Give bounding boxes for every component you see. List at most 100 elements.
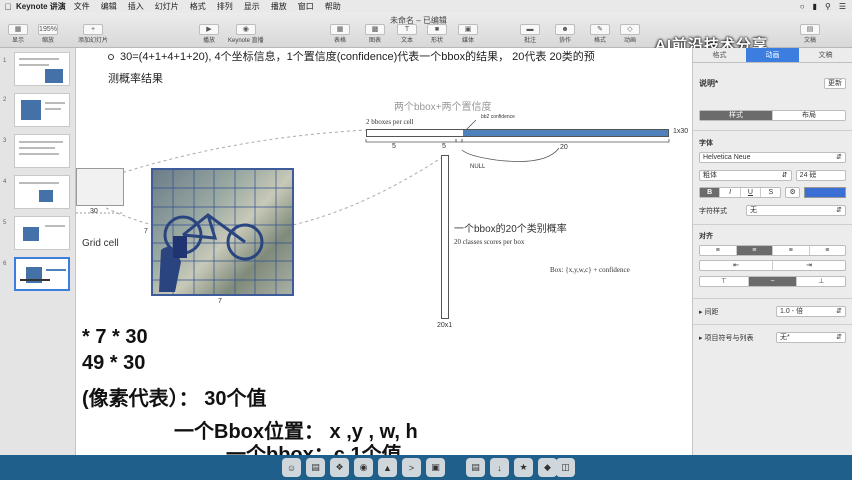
document-button[interactable]: ▤ 文稿	[800, 24, 820, 44]
slide-thumbnail-6[interactable]	[14, 257, 70, 291]
bbox-title: 两个bbox+两个置信度	[394, 102, 492, 113]
slide-canvas[interactable]: 30=(4+1+4+1+20), 4个坐标信息，1个置信度(confidence…	[76, 48, 692, 455]
view-button[interactable]: ▦ 显示	[8, 24, 28, 44]
animate-button[interactable]: ◇ 动画	[620, 24, 640, 44]
paragraph-style-select[interactable]: 说明*	[699, 78, 718, 89]
slide-thumbnail-2[interactable]	[14, 93, 70, 127]
align-top-button[interactable]: ⊤	[700, 277, 749, 286]
spacing-label[interactable]: ▸ 间距	[699, 307, 718, 317]
format-button[interactable]: ✎ 格式	[590, 24, 610, 44]
shape-button[interactable]: ■ 形状	[427, 24, 447, 44]
confidence-label: bb2 confidence	[481, 114, 515, 120]
menu-slide[interactable]: 幻灯片	[155, 1, 179, 12]
bold-button[interactable]: B	[700, 188, 721, 197]
tab-format[interactable]: 格式	[693, 48, 746, 63]
toolbar: 未命名 – 已编辑 ▦ 显示 195% 缩放 + 添加幻灯片 ▶ 播放 ◉ Keynote…	[0, 13, 852, 54]
slide-thumbnail-1[interactable]	[14, 52, 70, 86]
indent-button[interactable]: ⇥	[773, 261, 845, 270]
font-family-select[interactable]: Helvetica Neue ⇵	[699, 152, 846, 163]
bullets-label[interactable]: ▸ 项目符号与列表	[699, 333, 753, 343]
finder-icon[interactable]: ☺	[282, 458, 301, 477]
app-menu[interactable]: Keynote 讲演	[16, 1, 66, 12]
update-button[interactable]: 更新	[824, 78, 846, 89]
grid-cell-label: Grid cell	[82, 238, 119, 249]
big-text-line1[interactable]: * 7 * 30	[82, 326, 148, 349]
keynote-icon[interactable]: ▲	[378, 458, 397, 477]
menu-list-icon[interactable]: ☰	[839, 2, 846, 11]
search-icon[interactable]: ⚲	[825, 2, 831, 11]
bullets-select[interactable]: 无* ⇵	[776, 332, 846, 343]
tab-layout[interactable]: 布局	[773, 111, 845, 120]
slide-thumbnail-3[interactable]	[14, 134, 70, 168]
comment-button[interactable]: ▬ 批注	[520, 24, 540, 44]
font-weight-select[interactable]: 粗体 ⇵	[699, 170, 792, 181]
align-center-button[interactable]: ≡	[736, 246, 773, 255]
menu-window[interactable]: 窗口	[298, 1, 314, 12]
cell-size-label: 30	[90, 208, 98, 215]
trash-icon[interactable]: ◫	[556, 458, 575, 477]
zoom-button[interactable]: 195% 缩放	[38, 24, 58, 44]
italic-button[interactable]: I	[720, 188, 741, 197]
table-icon: ▦	[330, 24, 350, 35]
slide-thumbnail-5[interactable]	[14, 216, 70, 250]
play-icon: ▶	[199, 24, 219, 35]
big-text-line3[interactable]: (像素代表）： 30个值	[82, 382, 266, 411]
apple-menu-icon[interactable]: 	[0, 2, 16, 12]
gear-icon[interactable]: ⚙	[785, 187, 800, 198]
align-bottom-button[interactable]: ⊥	[797, 277, 845, 286]
menu-help[interactable]: 帮助	[325, 1, 341, 12]
tab-document[interactable]: 文稿	[799, 48, 852, 63]
slide-thumbnail-4[interactable]	[14, 175, 70, 209]
menu-edit[interactable]: 编辑	[101, 1, 117, 12]
grid-image	[151, 168, 294, 296]
font-size-field[interactable]: 24 磅	[795, 170, 846, 181]
class-prob-title: 一个bbox的20个类别概率	[454, 224, 567, 235]
bar-size-label: 1x30	[673, 128, 689, 135]
text-button[interactable]: T 文本	[397, 24, 417, 44]
preview-icon[interactable]: ▣	[426, 458, 445, 477]
big-text-line5[interactable]: 一个bbox：c 1个值	[226, 444, 402, 455]
tab-style[interactable]: 样式	[700, 111, 773, 120]
battery-icon[interactable]: ▮	[813, 2, 817, 11]
app-icon-2[interactable]: ◆	[538, 458, 557, 477]
media-button[interactable]: ▣ 媒体	[458, 24, 478, 44]
terminal-icon[interactable]: >	[402, 458, 421, 477]
keynote-live-button[interactable]: ◉ Keynote 直播	[228, 24, 264, 44]
wifi-icon[interactable]: ○	[800, 2, 805, 11]
align-justify-button[interactable]: ≡	[810, 246, 846, 255]
boxes-per-cell-label: 2 bboxes per cell	[366, 118, 414, 126]
chart-icon: ▩	[365, 24, 385, 35]
app-icon[interactable]: ★	[514, 458, 533, 477]
add-slide-button[interactable]: + 添加幻灯片	[78, 24, 108, 44]
menu-file[interactable]: 文件	[74, 1, 90, 12]
collaborate-button[interactable]: ☻ 协作	[555, 24, 575, 44]
big-text-line4[interactable]: 一个Bbox位置： x ,y , w, h	[174, 415, 418, 444]
spacing-select[interactable]: 1.0 - 倍 ⇵	[776, 306, 846, 317]
underline-button[interactable]: U	[741, 188, 762, 197]
menu-insert[interactable]: 插入	[128, 1, 144, 12]
menu-arrange[interactable]: 排列	[217, 1, 233, 12]
menu-format[interactable]: 格式	[190, 1, 206, 12]
chrome-icon[interactable]: ◉	[354, 458, 373, 477]
launchpad-icon[interactable]: ▤	[306, 458, 325, 477]
downloads-icon[interactable]: ↓	[490, 458, 509, 477]
table-button[interactable]: ▦ 表格	[330, 24, 350, 44]
tab-animate[interactable]: 动画	[746, 48, 799, 63]
char-style-select[interactable]: 无 ⇵	[746, 205, 846, 216]
alignment-section-label: 对齐	[699, 233, 713, 240]
outdent-button[interactable]: ⇤	[700, 261, 773, 270]
align-middle-button[interactable]: −	[748, 277, 798, 286]
menu-view[interactable]: 显示	[244, 1, 260, 12]
safari-icon[interactable]: ❖	[330, 458, 349, 477]
play-button[interactable]: ▶ 播放	[199, 24, 219, 44]
big-text-line2[interactable]: 49 * 30	[82, 352, 145, 375]
align-right-button[interactable]: ≡	[773, 246, 810, 255]
slide-number: 3	[3, 138, 7, 144]
documents-icon[interactable]: ▤	[466, 458, 485, 477]
menu-play[interactable]: 播放	[271, 1, 287, 12]
text-color-well[interactable]	[803, 187, 846, 198]
class-scores-bar	[441, 155, 449, 319]
chart-button[interactable]: ▩ 图表	[365, 24, 385, 44]
align-left-button[interactable]: ≡	[700, 246, 737, 255]
strikethrough-button[interactable]: S	[761, 188, 780, 197]
